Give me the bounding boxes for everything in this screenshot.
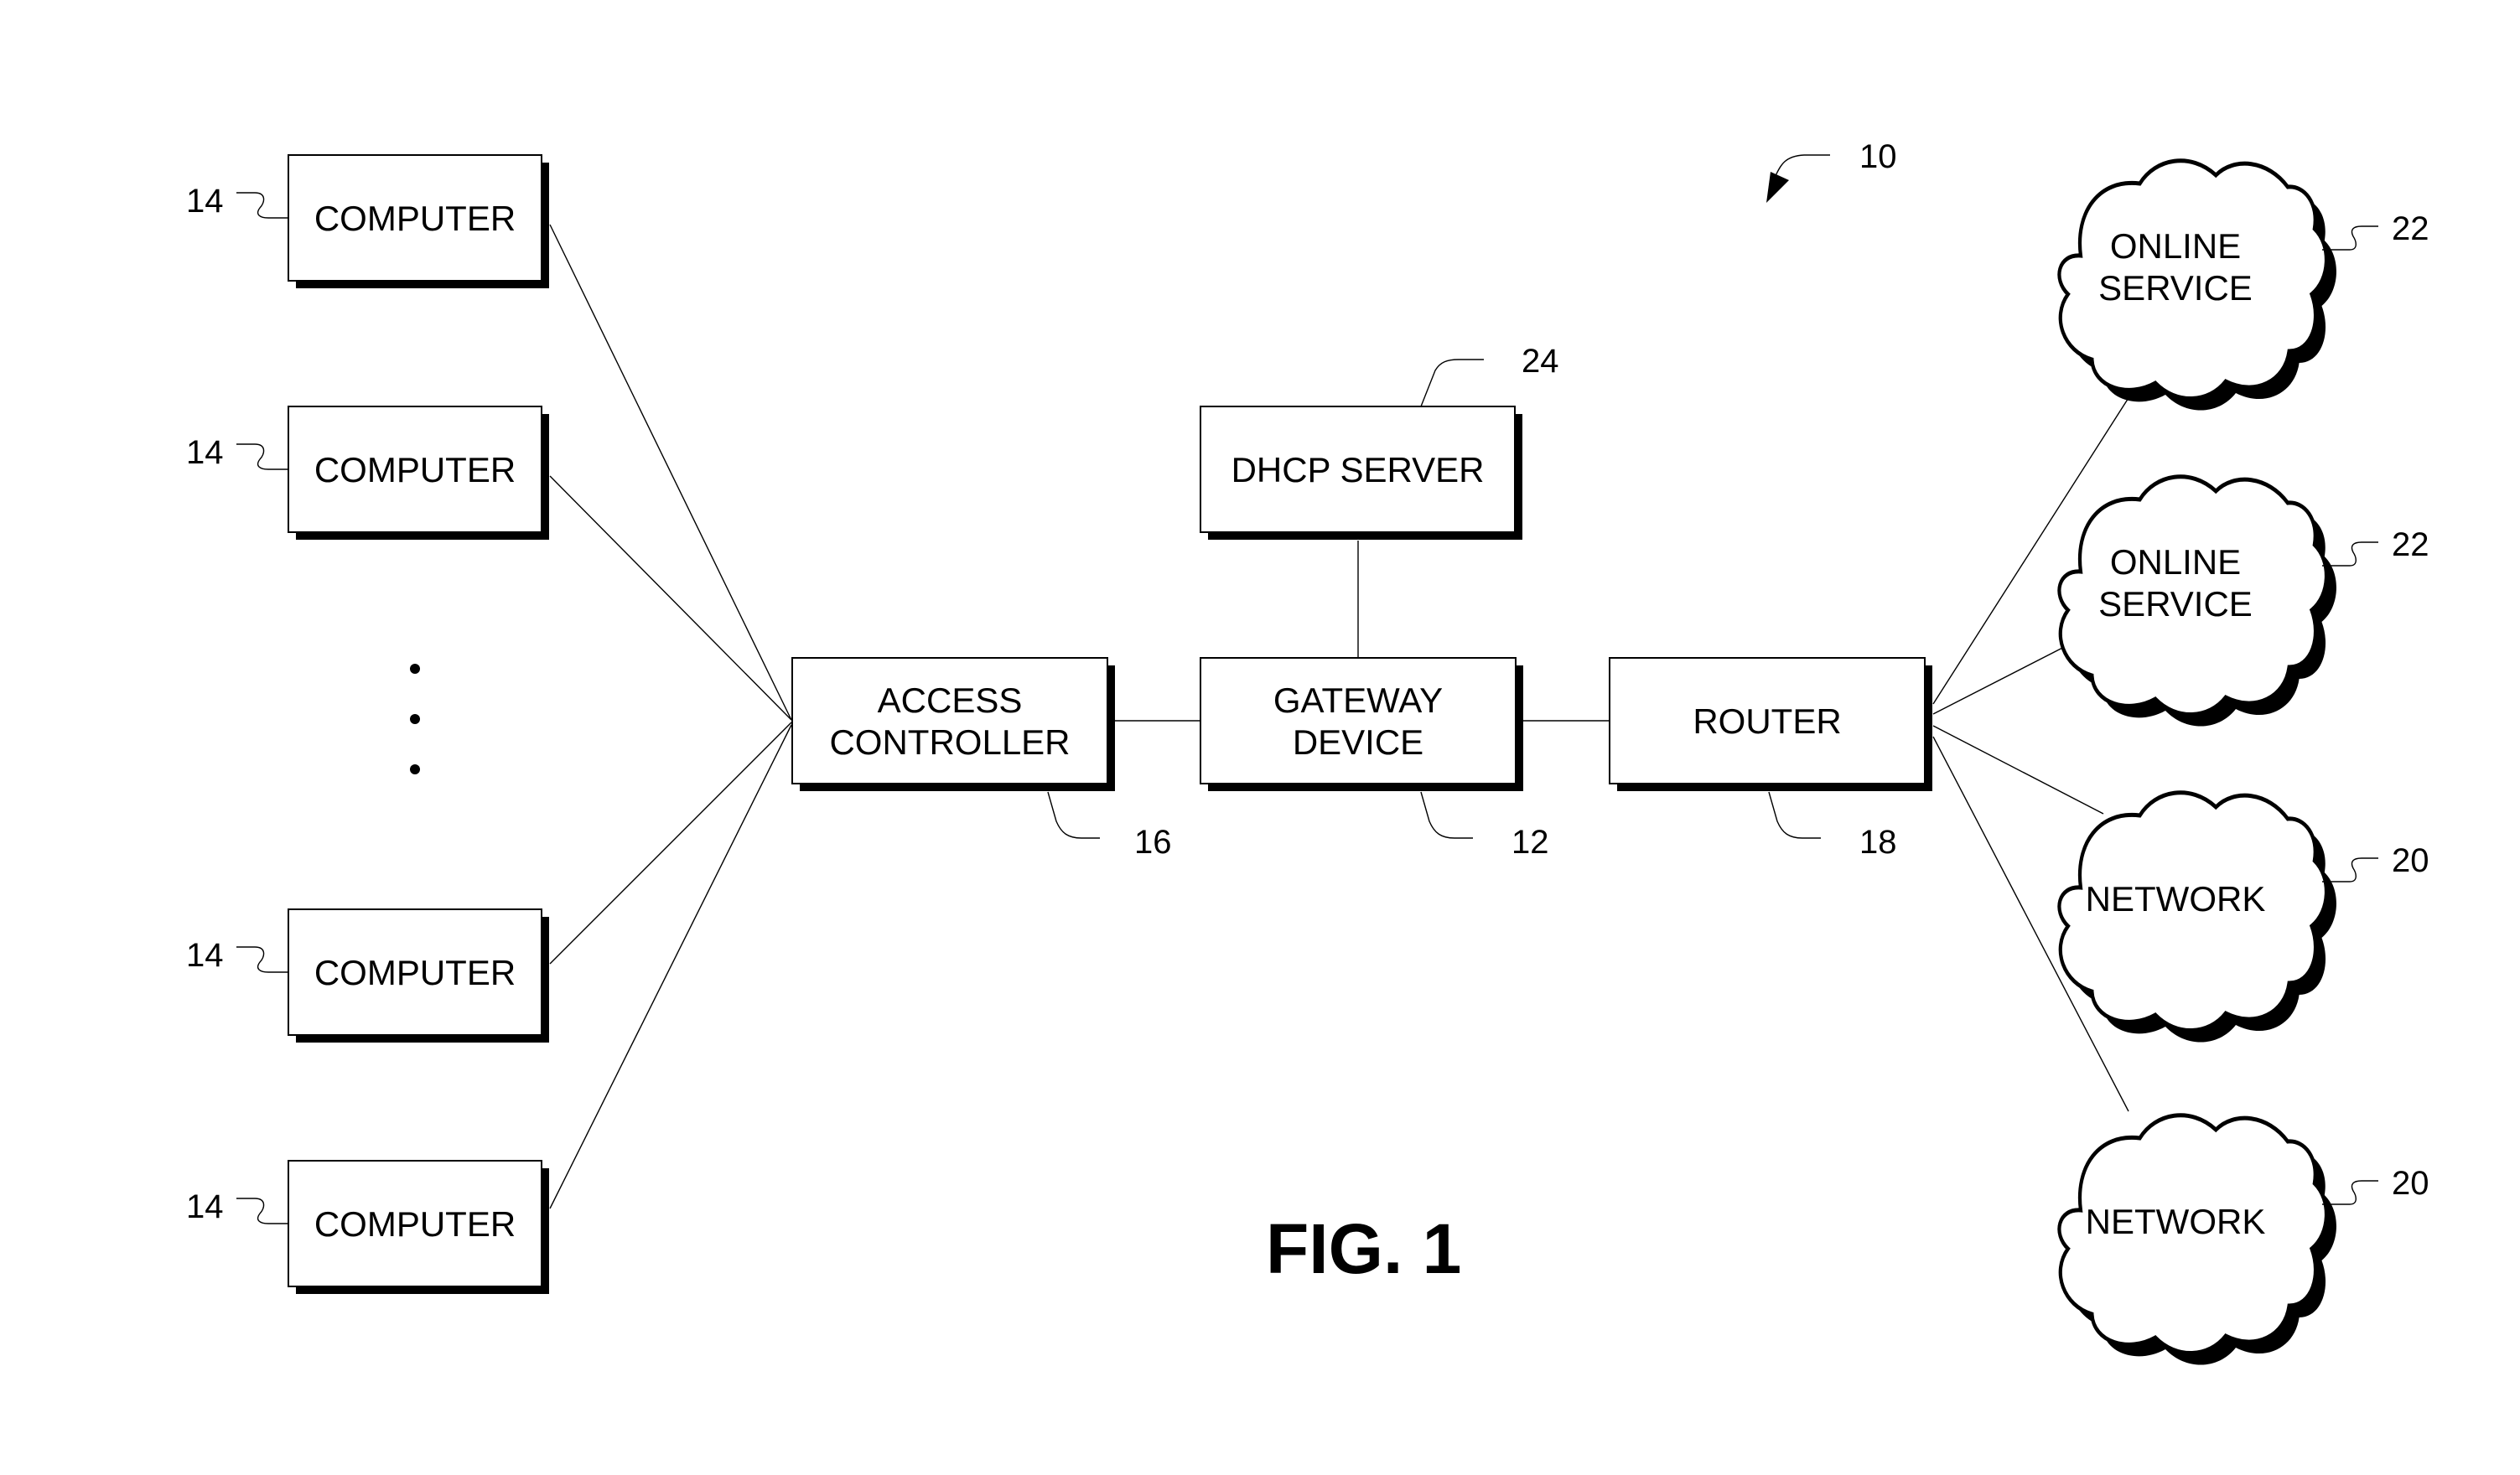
leader-line bbox=[236, 443, 288, 470]
ellipsis-dot bbox=[410, 664, 420, 674]
access-controller-box-label: ACCESS bbox=[878, 681, 1023, 720]
reference-number: 14 bbox=[186, 434, 224, 471]
reference-number: 16 bbox=[1134, 824, 1172, 861]
leader-line bbox=[236, 1198, 288, 1224]
computer-box-3: COMPUTER bbox=[288, 1160, 549, 1294]
connector-computer-3 bbox=[549, 724, 792, 1209]
connector-router-cloud-2 bbox=[1932, 725, 2104, 815]
computer-box-0-label: COMPUTER bbox=[314, 199, 516, 238]
arrowhead-icon bbox=[1766, 172, 1789, 203]
reference-number: 22 bbox=[2392, 210, 2429, 247]
access-controller-box: ACCESSCONTROLLER bbox=[791, 657, 1115, 791]
cloud-label: SERVICE bbox=[2098, 268, 2253, 308]
access-controller-box-label: CONTROLLER bbox=[829, 722, 1070, 762]
dhcp-server-box-label: DHCP SERVER bbox=[1231, 450, 1485, 489]
reference-number: 12 bbox=[1511, 824, 1549, 861]
ellipsis-dot bbox=[410, 714, 420, 724]
reference-number: 20 bbox=[2392, 842, 2429, 879]
leader-line bbox=[2322, 857, 2378, 882]
leader-line bbox=[2322, 225, 2378, 251]
computer-box-1-label: COMPUTER bbox=[314, 450, 516, 489]
leader-line bbox=[1420, 791, 1473, 839]
leader-line bbox=[1047, 791, 1100, 839]
reference-number: 14 bbox=[186, 183, 224, 220]
dhcp-server-box: DHCP SERVER bbox=[1200, 406, 1522, 540]
computer-box-1: COMPUTER bbox=[288, 406, 549, 540]
leader-line bbox=[1420, 359, 1484, 407]
reference-number: 22 bbox=[2392, 526, 2429, 563]
cloud-label: ONLINE bbox=[2110, 226, 2241, 266]
cloud-label: SERVICE bbox=[2098, 584, 2253, 624]
gateway-device-reference: 12 bbox=[1420, 791, 1549, 861]
computer-reference: 14 bbox=[186, 183, 288, 220]
router-box: ROUTER bbox=[1609, 657, 1932, 791]
leader-line bbox=[1768, 791, 1821, 839]
cloud-online-service-1: ONLINESERVICE 22 bbox=[2059, 477, 2429, 727]
computer-reference: 14 bbox=[186, 1188, 288, 1225]
leader-line bbox=[236, 192, 288, 219]
computer-box-2-label: COMPUTER bbox=[314, 953, 516, 992]
reference-arrow-icon bbox=[1774, 154, 1830, 179]
access-controller-reference: 16 bbox=[1047, 791, 1172, 861]
gateway-device-box-label: GATEWAY bbox=[1273, 681, 1443, 720]
cloud-label: ONLINE bbox=[2110, 542, 2241, 582]
cloud-label: NETWORK bbox=[2086, 1202, 2266, 1241]
router-box-label: ROUTER bbox=[1693, 701, 1841, 741]
access-controller-box-frame bbox=[791, 657, 1108, 784]
gateway-device-box-label: DEVICE bbox=[1293, 722, 1423, 762]
cloud-online-service-0: ONLINESERVICE 22 bbox=[2059, 161, 2429, 411]
leader-line bbox=[2322, 1180, 2378, 1205]
system-reference-number: 10 bbox=[1859, 138, 1897, 175]
computer-box-2: COMPUTER bbox=[288, 908, 549, 1043]
dhcp-server-reference: 24 bbox=[1420, 343, 1559, 407]
computer-reference: 14 bbox=[186, 937, 288, 974]
connector-computer-0 bbox=[549, 224, 792, 721]
reference-number: 24 bbox=[1522, 343, 1559, 380]
ellipsis-dot bbox=[410, 764, 420, 774]
system-reference: 10 bbox=[1766, 138, 1897, 203]
connector-computer-2 bbox=[549, 722, 792, 965]
leader-line bbox=[236, 946, 288, 973]
computer-reference: 14 bbox=[186, 434, 288, 471]
computer-box-0: COMPUTER bbox=[288, 154, 549, 288]
cloud-network-3: NETWORK 20 bbox=[2059, 1115, 2429, 1365]
network-diagram: COMPUTER 14 COMPUTER 14 COMPUTER 14 COMPUTER 14… bbox=[186, 138, 2429, 1365]
reference-number: 18 bbox=[1859, 824, 1897, 861]
computer-connections bbox=[549, 224, 792, 1209]
cloud-network-2: NETWORK 20 bbox=[2059, 793, 2429, 1043]
reference-number: 14 bbox=[186, 1188, 224, 1225]
leader-line bbox=[2322, 541, 2378, 567]
connector-computer-1 bbox=[549, 475, 792, 721]
gateway-device-box: GATEWAYDEVICE bbox=[1200, 657, 1523, 791]
router-reference: 18 bbox=[1768, 791, 1897, 861]
ellipsis-more-computers bbox=[410, 664, 420, 774]
gateway-device-box-frame bbox=[1200, 657, 1517, 784]
reference-number: 20 bbox=[2392, 1165, 2429, 1202]
computer-box-3-label: COMPUTER bbox=[314, 1204, 516, 1244]
figure-title: FIG. 1 bbox=[1266, 1209, 1461, 1288]
reference-number: 14 bbox=[186, 937, 224, 974]
cloud-label: NETWORK bbox=[2086, 879, 2266, 919]
